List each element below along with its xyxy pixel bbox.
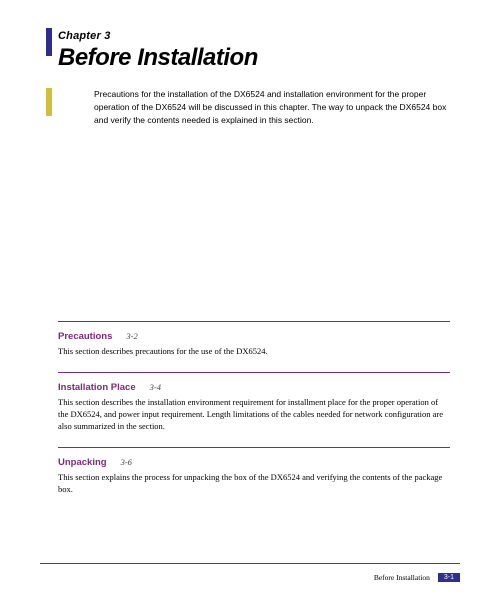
section-title: Installation Place bbox=[58, 382, 136, 393]
header-area: Chapter 3 Before Installation Precaution… bbox=[0, 0, 500, 126]
section-unpacking: Unpacking 3-6 This section explains the … bbox=[58, 447, 450, 496]
section-title: Precautions bbox=[58, 331, 112, 342]
chapter-title: Before Installation bbox=[58, 44, 500, 72]
footer-line bbox=[40, 563, 460, 564]
footer-text: Before Installation bbox=[374, 573, 430, 582]
section-desc: This section explains the process for un… bbox=[58, 472, 450, 496]
side-bar-yellow bbox=[46, 88, 52, 116]
section-desc: This section describes precautions for t… bbox=[58, 346, 450, 358]
section-divider bbox=[58, 372, 450, 373]
section-page: 3-4 bbox=[150, 382, 161, 392]
section-title: Unpacking bbox=[58, 457, 107, 468]
section-divider bbox=[58, 447, 450, 448]
section-precautions: Precautions 3-2 This section describes p… bbox=[58, 321, 450, 358]
section-desc: This section describes the installation … bbox=[58, 397, 450, 433]
intro-text: Precautions for the installation of the … bbox=[94, 88, 450, 126]
sections-list: Precautions 3-2 This section describes p… bbox=[58, 321, 450, 495]
chapter-label: Chapter 3 bbox=[58, 30, 500, 42]
section-divider bbox=[58, 321, 450, 322]
side-bar-blue bbox=[46, 28, 52, 56]
section-page: 3-2 bbox=[126, 331, 137, 341]
section-installation-place: Installation Place 3-4 This section desc… bbox=[58, 372, 450, 433]
footer-page-number: 3-1 bbox=[438, 573, 460, 582]
section-page: 3-6 bbox=[121, 457, 132, 467]
footer: Before Installation 3-1 bbox=[40, 563, 460, 586]
